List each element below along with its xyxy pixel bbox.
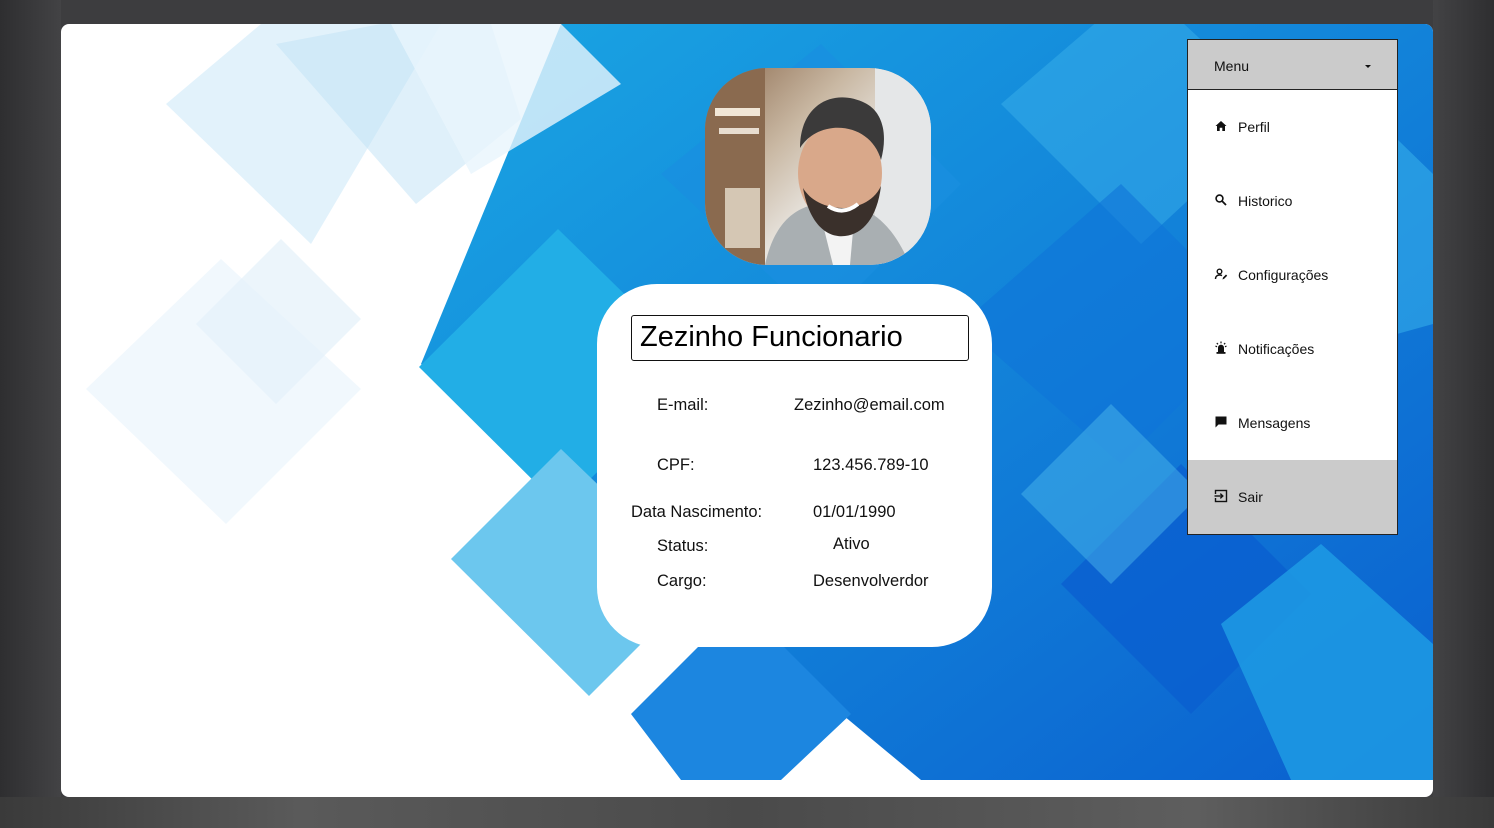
alarm-light-icon xyxy=(1215,341,1227,354)
menu-item-mensagens[interactable]: Mensagens xyxy=(1188,386,1397,460)
menu-item-label: Sair xyxy=(1238,489,1263,505)
menu-item-historico[interactable]: Historico xyxy=(1188,164,1397,238)
menu-item-label: Mensagens xyxy=(1238,415,1311,431)
profile-photo xyxy=(705,68,931,265)
side-menu: Menu Perfil Historico Configurações Noti… xyxy=(1187,39,1398,535)
menu-item-sair[interactable]: Sair xyxy=(1188,460,1397,534)
logout-icon xyxy=(1214,489,1228,503)
person-edit-icon xyxy=(1214,268,1228,280)
menu-item-label: Perfil xyxy=(1238,119,1270,135)
cpf-value: 123.456.789-10 xyxy=(813,456,929,474)
menu-item-perfil[interactable]: Perfil xyxy=(1188,90,1397,164)
menu-dropdown-toggle[interactable]: Menu xyxy=(1188,40,1397,90)
backdrop-bottom xyxy=(0,797,1494,828)
birth-date-value: 01/01/1990 xyxy=(813,503,896,521)
profile-card: Zezinho Funcionario E-mail: Zezinho@emai… xyxy=(597,284,992,647)
employee-name: Zezinho Funcionario xyxy=(631,315,969,361)
role-value: Desenvolverdor xyxy=(813,572,929,590)
status-value: Ativo xyxy=(833,535,870,553)
menu-item-label: Historico xyxy=(1238,193,1293,209)
menu-item-label: Configurações xyxy=(1238,267,1329,283)
menu-item-label: Notificações xyxy=(1238,341,1315,357)
backdrop-right xyxy=(1433,0,1494,828)
email-value: Zezinho@email.com xyxy=(794,396,945,414)
chevron-down-icon xyxy=(1365,65,1371,68)
menu-title: Menu xyxy=(1214,58,1250,74)
cpf-label: CPF: xyxy=(657,456,695,474)
menu-item-notificacoes[interactable]: Notificações xyxy=(1188,312,1397,386)
search-icon xyxy=(1215,194,1227,206)
app-window: Zezinho Funcionario E-mail: Zezinho@emai… xyxy=(61,24,1433,797)
person-portrait-icon xyxy=(705,68,931,265)
birth-date-label: Data Nascimento: xyxy=(631,503,763,521)
menu-item-configuracoes[interactable]: Configurações xyxy=(1188,238,1397,312)
home-icon xyxy=(1215,121,1227,131)
backdrop-left xyxy=(0,0,61,828)
role-label: Cargo: xyxy=(657,572,707,590)
email-label: E-mail: xyxy=(657,396,709,414)
status-label: Status: xyxy=(657,537,709,555)
message-icon xyxy=(1215,416,1227,428)
